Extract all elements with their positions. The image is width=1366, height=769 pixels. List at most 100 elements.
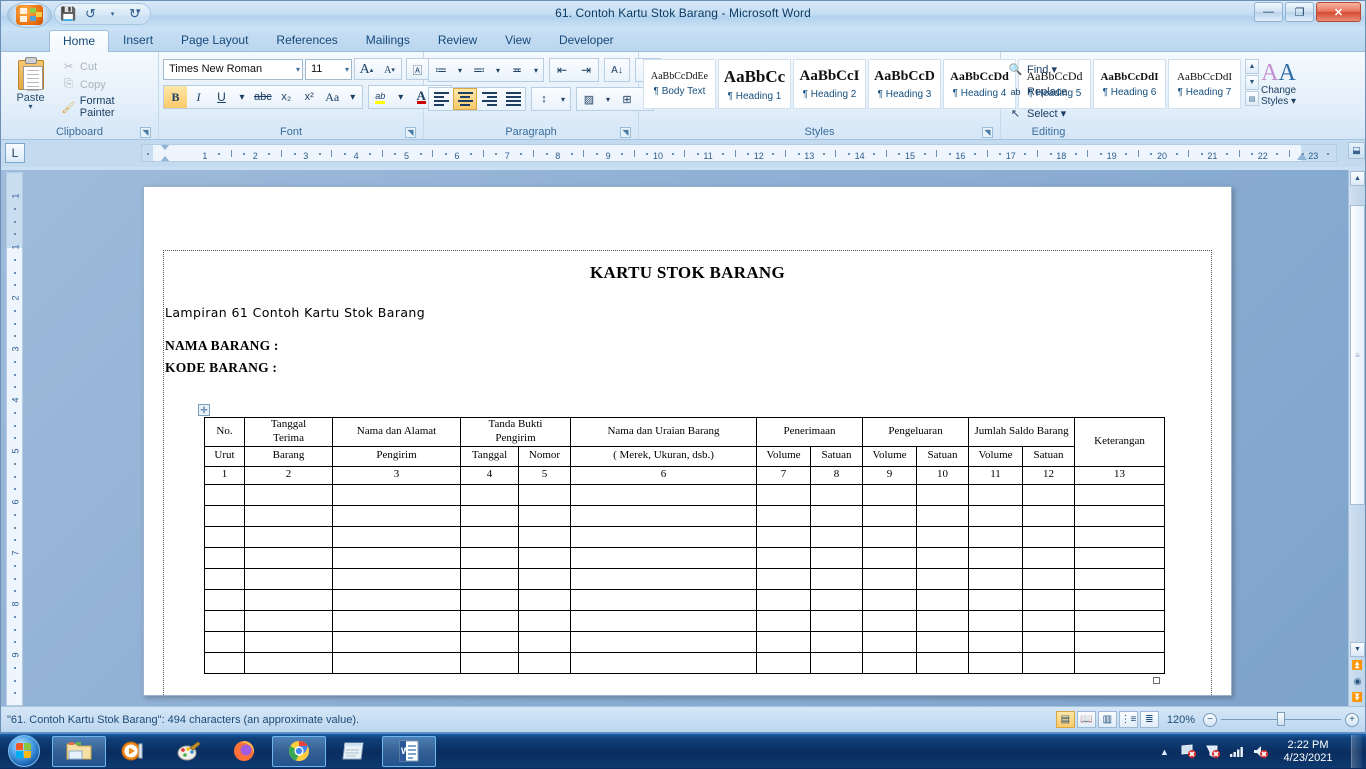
grow-font-button[interactable]: A▴ bbox=[355, 59, 378, 81]
table-cell[interactable] bbox=[969, 589, 1023, 610]
table-cell[interactable] bbox=[1075, 547, 1165, 568]
table-cell[interactable] bbox=[245, 547, 333, 568]
table-cell[interactable] bbox=[461, 610, 519, 631]
tab-view[interactable]: View bbox=[491, 29, 545, 51]
column-number-cell[interactable]: 12 bbox=[1023, 466, 1075, 484]
shrink-font-button[interactable]: A▾ bbox=[378, 59, 401, 81]
table-cell[interactable] bbox=[333, 484, 461, 505]
table-cell[interactable] bbox=[519, 652, 571, 673]
table-cell[interactable] bbox=[519, 568, 571, 589]
print-layout-view-button[interactable]: ▤ bbox=[1056, 711, 1075, 728]
line-spacing-dropdown[interactable]: ▾ bbox=[556, 88, 570, 110]
column-number-cell[interactable]: 11 bbox=[969, 466, 1023, 484]
taskbar-item-notepad[interactable] bbox=[327, 736, 381, 767]
styles-scroll-down-button[interactable]: ▼ bbox=[1245, 75, 1259, 90]
table-cell[interactable] bbox=[917, 652, 969, 673]
table-cell[interactable] bbox=[969, 484, 1023, 505]
table-cell[interactable] bbox=[205, 589, 245, 610]
web-layout-view-button[interactable]: ▥ bbox=[1098, 711, 1117, 728]
table-cell[interactable] bbox=[333, 631, 461, 652]
table-cell[interactable] bbox=[1075, 568, 1165, 589]
table-cell[interactable] bbox=[969, 547, 1023, 568]
table-cell[interactable] bbox=[461, 547, 519, 568]
table-cell[interactable] bbox=[205, 505, 245, 526]
tab-page-layout[interactable]: Page Layout bbox=[167, 29, 262, 51]
indent-markers[interactable] bbox=[160, 144, 170, 162]
strikethrough-button[interactable]: abc bbox=[251, 86, 275, 108]
paste-dropdown-icon[interactable]: ▾ bbox=[29, 104, 33, 110]
table-row[interactable] bbox=[205, 631, 1165, 652]
table-cell[interactable] bbox=[969, 505, 1023, 526]
superscript-button[interactable]: x² bbox=[298, 86, 321, 108]
taskbar-item-google-chrome[interactable] bbox=[272, 736, 326, 767]
table-cell[interactable] bbox=[917, 484, 969, 505]
table-cell[interactable] bbox=[863, 505, 917, 526]
tab-stop-selector[interactable]: L bbox=[5, 143, 25, 163]
shading-dropdown[interactable]: ▾ bbox=[601, 88, 615, 110]
align-center-button[interactable] bbox=[453, 88, 477, 110]
table-cell[interactable] bbox=[811, 505, 863, 526]
start-button[interactable] bbox=[0, 734, 48, 768]
table-cell[interactable] bbox=[333, 652, 461, 673]
previous-page-button[interactable]: ⏫ bbox=[1350, 658, 1365, 673]
table-cell[interactable] bbox=[917, 610, 969, 631]
font-name-combo[interactable]: Times New Roman ▾ bbox=[163, 59, 303, 80]
column-number-cell[interactable]: 1 bbox=[205, 466, 245, 484]
zoom-level-label[interactable]: 120% bbox=[1167, 714, 1195, 726]
zoom-out-button[interactable]: − bbox=[1203, 713, 1217, 727]
table-cell[interactable] bbox=[811, 631, 863, 652]
table-cell[interactable] bbox=[519, 610, 571, 631]
table-cell[interactable] bbox=[461, 631, 519, 652]
table-cell[interactable] bbox=[333, 526, 461, 547]
scrollbar-thumb[interactable]: ≡ bbox=[1350, 205, 1365, 505]
justify-button[interactable] bbox=[501, 88, 525, 110]
table-cell[interactable] bbox=[519, 526, 571, 547]
style-heading-7[interactable]: AaBbCcDdI ¶ Heading 7 bbox=[1168, 59, 1241, 109]
table-cell[interactable] bbox=[863, 547, 917, 568]
numbering-button[interactable]: ≕ bbox=[467, 59, 491, 81]
table-cell[interactable] bbox=[811, 484, 863, 505]
table-cell[interactable] bbox=[519, 547, 571, 568]
taskbar-item-microsoft-word[interactable]: W bbox=[382, 736, 436, 767]
table-cell[interactable] bbox=[333, 589, 461, 610]
table-cell[interactable] bbox=[245, 589, 333, 610]
table-cell[interactable] bbox=[1075, 610, 1165, 631]
style-heading-6[interactable]: AaBbCcDdI ¶ Heading 6 bbox=[1093, 59, 1166, 109]
table-cell[interactable] bbox=[333, 547, 461, 568]
table-cell[interactable] bbox=[245, 631, 333, 652]
column-number-cell[interactable]: 8 bbox=[811, 466, 863, 484]
table-cell[interactable] bbox=[969, 568, 1023, 589]
scroll-up-button[interactable]: ▲ bbox=[1350, 171, 1365, 186]
copy-button[interactable]: ⎘ Copy bbox=[58, 76, 154, 93]
table-cell[interactable] bbox=[205, 568, 245, 589]
zoom-in-button[interactable]: + bbox=[1345, 713, 1359, 727]
align-right-button[interactable] bbox=[477, 88, 501, 110]
volume-muted-icon[interactable] bbox=[1252, 743, 1269, 760]
draft-view-button[interactable]: ≣ bbox=[1140, 711, 1159, 728]
minimize-button[interactable]: — bbox=[1254, 2, 1283, 22]
tab-review[interactable]: Review bbox=[424, 29, 491, 51]
paste-button[interactable]: Paste ▾ bbox=[5, 55, 56, 110]
table-cell[interactable] bbox=[461, 526, 519, 547]
tab-mailings[interactable]: Mailings bbox=[352, 29, 424, 51]
clock[interactable]: 2:22 PM 4/23/2021 bbox=[1276, 739, 1340, 765]
change-styles-button[interactable]: AA Change Styles ▾ bbox=[1261, 59, 1296, 107]
table-cell[interactable] bbox=[757, 526, 811, 547]
close-button[interactable]: ✕ bbox=[1316, 2, 1361, 22]
find-button[interactable]: 🔍 Find ▾ bbox=[1005, 60, 1060, 79]
table-cell[interactable] bbox=[245, 505, 333, 526]
table-cell[interactable] bbox=[1023, 526, 1075, 547]
table-cell[interactable] bbox=[1023, 589, 1075, 610]
table-cell[interactable] bbox=[1075, 526, 1165, 547]
table-cell[interactable] bbox=[461, 484, 519, 505]
table-row[interactable] bbox=[205, 568, 1165, 589]
horizontal-ruler[interactable]: 1234567891011121314151617181920212223 bbox=[141, 144, 1337, 162]
table-cell[interactable] bbox=[1075, 652, 1165, 673]
table-resize-handle[interactable] bbox=[1153, 677, 1160, 684]
table-cell[interactable] bbox=[1023, 652, 1075, 673]
paragraph-dialog-launcher[interactable]: ◥ bbox=[620, 127, 631, 138]
table-cell[interactable] bbox=[245, 652, 333, 673]
column-number-cell[interactable]: 2 bbox=[245, 466, 333, 484]
show-hidden-icons-button[interactable]: ▲ bbox=[1156, 743, 1173, 760]
multilevel-list-button[interactable]: ≖ bbox=[505, 59, 529, 81]
